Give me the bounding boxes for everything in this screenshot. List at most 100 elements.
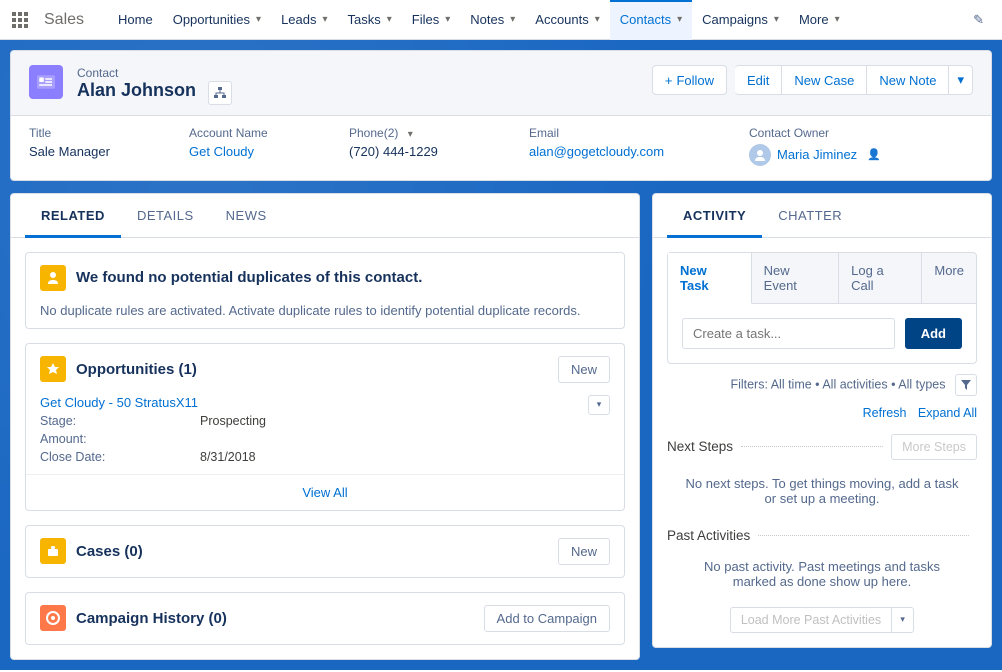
view-all-opportunities[interactable]: View All	[26, 474, 624, 510]
object-label: Contact	[77, 66, 118, 80]
chevron-down-icon[interactable]: ▾	[510, 14, 515, 25]
plus-icon: +	[665, 73, 673, 88]
close-date-value: 8/31/2018	[200, 450, 256, 464]
tab-new-event[interactable]: New Event	[752, 253, 840, 303]
expand-all-link[interactable]: Expand All	[918, 406, 977, 420]
tab-log-call[interactable]: Log a Call	[839, 253, 922, 303]
cases-card: Cases (0) New	[25, 525, 625, 578]
tab-news[interactable]: NEWS	[210, 194, 283, 237]
account-link[interactable]: Get Cloudy	[189, 144, 254, 159]
tab-related[interactable]: RELATED	[25, 194, 121, 237]
divider	[758, 535, 969, 536]
record-tabs: RELATED DETAILS NEWS	[11, 194, 639, 238]
nav-opportunities[interactable]: Opportunities▾	[163, 0, 271, 40]
duplicates-title: We found no potential duplicates of this…	[76, 269, 422, 286]
new-opportunity-button[interactable]: New	[558, 356, 610, 383]
contact-icon	[29, 65, 63, 99]
tab-activity[interactable]: ACTIVITY	[667, 194, 762, 237]
highlights-panel: Title Sale Manager Account Name Get Clou…	[11, 116, 991, 180]
chevron-down-icon: ▾	[835, 14, 840, 25]
account-label: Account Name	[189, 126, 309, 140]
title-value: Sale Manager	[29, 144, 149, 159]
activity-composer-tabs: New Task New Event Log a Call More	[667, 252, 977, 304]
stage-value: Prospecting	[200, 414, 266, 428]
opportunity-link[interactable]: Get Cloudy - 50 StratusX11	[40, 395, 198, 410]
chevron-down-icon[interactable]: ▾	[323, 14, 328, 25]
tab-chatter[interactable]: CHATTER	[762, 194, 858, 237]
email-label: Email	[529, 126, 709, 140]
stage-label: Stage:	[40, 414, 200, 428]
task-subject-input[interactable]	[682, 318, 895, 349]
close-date-label: Close Date:	[40, 450, 200, 464]
chevron-down-icon[interactable]: ▾	[595, 14, 600, 25]
phone-label: Phone(2) ▾	[349, 126, 489, 140]
owner-avatar	[749, 144, 771, 166]
edit-button[interactable]: Edit	[735, 65, 782, 95]
activity-filters-text: Filters: All time • All activities • All…	[730, 377, 945, 391]
nav-tasks[interactable]: Tasks▾	[338, 0, 402, 40]
add-to-campaign-button[interactable]: Add to Campaign	[484, 605, 610, 632]
chevron-down-icon[interactable]: ▾	[387, 14, 392, 25]
record-header: Contact Alan Johnson +Follow Edit New Ca…	[11, 51, 991, 116]
nav-more[interactable]: More▾	[789, 0, 850, 40]
tab-activity-more[interactable]: More	[922, 253, 976, 303]
chevron-down-icon[interactable]: ▾	[445, 14, 450, 25]
title-label: Title	[29, 126, 149, 140]
duplicates-message: No duplicate rules are activated. Activa…	[26, 303, 624, 328]
nav-campaigns[interactable]: Campaigns▾	[692, 0, 789, 40]
next-steps-title: Next Steps	[667, 439, 733, 454]
chevron-down-icon[interactable]: ▾	[677, 14, 682, 25]
past-activities-title: Past Activities	[667, 528, 750, 543]
campaign-history-card: Campaign History (0) Add to Campaign	[25, 592, 625, 645]
more-actions-button[interactable]: ▾	[949, 65, 973, 95]
campaign-title: Campaign History (0)	[76, 610, 227, 627]
new-case-button-card[interactable]: New	[558, 538, 610, 565]
case-icon	[40, 538, 66, 564]
add-task-button[interactable]: Add	[905, 318, 962, 349]
owner-label: Contact Owner	[749, 126, 881, 140]
hierarchy-button[interactable]	[208, 81, 232, 105]
campaign-icon	[40, 605, 66, 631]
tab-new-task[interactable]: New Task	[668, 253, 752, 304]
tab-details[interactable]: DETAILS	[121, 194, 210, 237]
nav-leads[interactable]: Leads▾	[271, 0, 337, 40]
change-owner-icon[interactable]: 👤	[867, 148, 881, 161]
new-case-button[interactable]: New Case	[782, 65, 867, 95]
next-steps-empty: No next steps. To get things moving, add…	[653, 468, 991, 520]
more-steps-button[interactable]: More Steps	[891, 434, 977, 460]
phone-value: (720) 444-1229	[349, 144, 489, 159]
chevron-down-icon[interactable]: ▾	[256, 14, 261, 25]
global-nav: Sales Home Opportunities▾ Leads▾ Tasks▾ …	[0, 0, 1002, 40]
nav-home[interactable]: Home	[108, 0, 163, 40]
nav-accounts[interactable]: Accounts▾	[525, 0, 610, 40]
edit-nav-icon[interactable]: ✎	[967, 12, 990, 28]
opportunity-icon	[40, 356, 66, 382]
load-more-menu[interactable]: ▾	[892, 607, 914, 633]
refresh-link[interactable]: Refresh	[863, 406, 907, 420]
duplicate-icon	[40, 265, 66, 291]
chevron-down-icon[interactable]: ▾	[774, 14, 779, 25]
divider	[741, 446, 883, 447]
nav-contacts[interactable]: Contacts▾	[610, 0, 692, 40]
owner-link[interactable]: Maria Jiminez	[777, 147, 857, 162]
app-name: Sales	[44, 11, 84, 29]
header-actions: +Follow Edit New Case New Note ▾	[652, 65, 973, 95]
follow-button[interactable]: +Follow	[652, 65, 727, 95]
activity-panel-tabs: ACTIVITY CHATTER	[653, 194, 991, 238]
new-note-button[interactable]: New Note	[867, 65, 949, 95]
nav-notes[interactable]: Notes▾	[460, 0, 525, 40]
email-link[interactable]: alan@gogetcloudy.com	[529, 144, 664, 159]
opportunity-row-menu[interactable]: ▾	[588, 395, 610, 415]
amount-label: Amount:	[40, 432, 200, 446]
opportunities-card: Opportunities (1) New Get Cloudy - 50 St…	[25, 343, 625, 511]
duplicates-card: We found no potential duplicates of this…	[25, 252, 625, 329]
nav-files[interactable]: Files▾	[402, 0, 460, 40]
filter-icon[interactable]	[955, 374, 977, 396]
chevron-down-icon[interactable]: ▾	[408, 129, 413, 140]
opportunities-title: Opportunities (1)	[76, 361, 197, 378]
record-name: Alan Johnson	[77, 80, 196, 101]
app-launcher-icon[interactable]	[12, 12, 28, 28]
past-activities-empty: No past activity. Past meetings and task…	[653, 551, 991, 603]
cases-title: Cases (0)	[76, 543, 143, 560]
load-more-past-button[interactable]: Load More Past Activities	[730, 607, 892, 633]
